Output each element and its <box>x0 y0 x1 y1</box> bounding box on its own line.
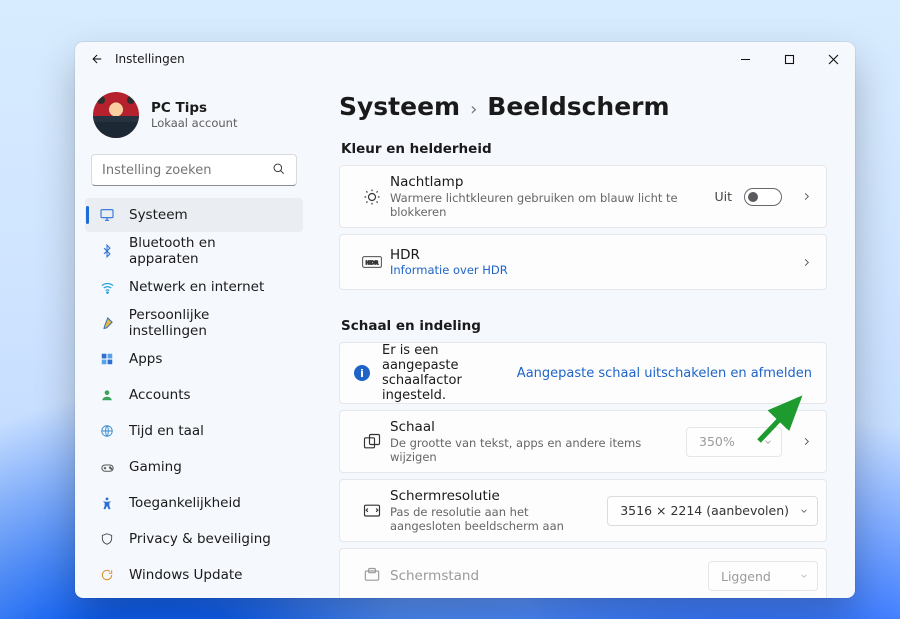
network-icon <box>99 279 115 295</box>
sidebar-item-network[interactable]: Netwerk en internet <box>85 270 303 304</box>
section-title-brightness: Kleur en helderheid <box>339 137 827 165</box>
chevron-down-icon <box>799 506 809 516</box>
settings-window: Instellingen PC Tips <box>75 42 855 598</box>
setting-resolution[interactable]: Schermresolutie Pas de resolutie aan het… <box>339 479 827 542</box>
scale-title: Schaal <box>390 419 676 435</box>
apps-icon <box>99 351 115 367</box>
accounts-icon <box>99 387 115 403</box>
sidebar-item-time-language[interactable]: Tijd en taal <box>85 414 303 448</box>
sidebar-item-label: Netwerk en internet <box>129 279 264 295</box>
search-input[interactable] <box>102 163 272 178</box>
section-title-scale: Schaal en indeling <box>339 314 827 342</box>
page-title: Beeldscherm <box>487 92 669 121</box>
update-icon <box>99 567 115 583</box>
setting-scale[interactable]: Schaal De grootte van tekst, apps en and… <box>339 410 827 473</box>
gaming-icon <box>99 459 115 475</box>
back-button[interactable] <box>89 52 115 66</box>
info-icon: i <box>354 365 370 381</box>
custom-scale-notice-text: Er is een aangepaste schaalfactor ingest… <box>382 343 505 403</box>
sidebar-item-apps[interactable]: Apps <box>85 342 303 376</box>
resolution-dropdown[interactable]: 3516 × 2214 (aanbevolen) <box>607 496 818 526</box>
shield-icon <box>99 531 115 547</box>
chevron-right-icon[interactable] <box>794 191 818 202</box>
scale-value: 350% <box>699 434 735 449</box>
night-light-state: Uit <box>714 189 732 204</box>
system-icon <box>99 207 115 223</box>
sidebar-item-label: Windows Update <box>129 567 242 583</box>
orientation-dropdown: Liggend <box>708 561 818 591</box>
minimize-button[interactable] <box>723 42 767 76</box>
sidebar-item-gaming[interactable]: Gaming <box>85 450 303 484</box>
hdr-icon: HDR <box>354 255 390 269</box>
sidebar-item-label: Accounts <box>129 387 191 403</box>
desktop-wallpaper: Instellingen PC Tips <box>0 0 900 619</box>
sidebar-item-bluetooth[interactable]: Bluetooth en apparaten <box>85 234 303 268</box>
resolution-icon <box>354 501 390 521</box>
orientation-title: Schermstand <box>390 568 698 584</box>
scale-icon <box>354 432 390 452</box>
sidebar-item-label: Toegankelijkheid <box>129 495 241 511</box>
globe-icon <box>99 423 115 439</box>
chevron-right-icon[interactable] <box>794 257 818 268</box>
chevron-down-icon <box>799 571 809 581</box>
paintbrush-icon <box>99 315 115 331</box>
main-content: Systeem › Beeldscherm Kleur en helderhei… <box>313 76 855 598</box>
resolution-title: Schermresolutie <box>390 488 597 504</box>
sidebar-item-label: Systeem <box>129 207 188 223</box>
search-icon <box>272 161 286 180</box>
svg-text:HDR: HDR <box>366 261 379 267</box>
orientation-icon <box>354 566 390 586</box>
disable-custom-scale-link[interactable]: Aangepaste schaal uitschakelen en afmeld… <box>517 366 812 381</box>
resolution-value: 3516 × 2214 (aanbevolen) <box>620 503 789 518</box>
resolution-sub: Pas de resolutie aan het aangesloten bee… <box>390 505 597 533</box>
profile-subtitle: Lokaal account <box>151 116 237 130</box>
window-title: Instellingen <box>115 52 723 66</box>
night-light-icon <box>354 187 390 207</box>
breadcrumb: Systeem › Beeldscherm <box>339 86 827 137</box>
night-light-toggle[interactable] <box>744 188 782 206</box>
sidebar: PC Tips Lokaal account Systee <box>75 76 313 598</box>
custom-scale-notice: i Er is een aangepaste schaalfactor inge… <box>339 342 827 404</box>
sidebar-item-accessibility[interactable]: Toegankelijkheid <box>85 486 303 520</box>
setting-hdr[interactable]: HDR HDR Informatie over HDR <box>339 234 827 290</box>
profile-name: PC Tips <box>151 100 237 116</box>
chevron-down-icon <box>763 437 773 447</box>
sidebar-item-label: Persoonlijke instellingen <box>129 307 289 339</box>
hdr-info-link[interactable]: Informatie over HDR <box>390 263 784 277</box>
sidebar-item-windows-update[interactable]: Windows Update <box>85 558 303 592</box>
sidebar-item-privacy[interactable]: Privacy & beveiliging <box>85 522 303 556</box>
sidebar-item-label: Gaming <box>129 459 182 475</box>
setting-night-light[interactable]: Nachtlamp Warmere lichtkleuren gebruiken… <box>339 165 827 228</box>
hdr-title: HDR <box>390 247 784 263</box>
chevron-right-icon[interactable] <box>794 436 818 447</box>
setting-orientation: Schermstand Liggend <box>339 548 827 598</box>
night-light-sub: Warmere lichtkleuren gebruiken om blauw … <box>390 191 704 219</box>
search-box[interactable] <box>91 154 297 186</box>
profile[interactable]: PC Tips Lokaal account <box>83 86 305 152</box>
accessibility-icon <box>99 495 115 511</box>
sidebar-item-label: Apps <box>129 351 162 367</box>
sidebar-item-label: Privacy & beveiliging <box>129 531 271 547</box>
sidebar-item-personalization[interactable]: Persoonlijke instellingen <box>85 306 303 340</box>
sidebar-item-label: Bluetooth en apparaten <box>129 235 289 267</box>
avatar <box>93 92 139 138</box>
orientation-value: Liggend <box>721 569 771 584</box>
breadcrumb-root[interactable]: Systeem <box>339 92 460 121</box>
nav: Systeem Bluetooth en apparaten Netwerk e… <box>83 196 305 594</box>
sidebar-item-accounts[interactable]: Accounts <box>85 378 303 412</box>
titlebar: Instellingen <box>75 42 855 76</box>
scale-sub: De grootte van tekst, apps en andere ite… <box>390 436 676 464</box>
close-button[interactable] <box>811 42 855 76</box>
sidebar-item-label: Tijd en taal <box>129 423 204 439</box>
bluetooth-icon <box>99 243 115 259</box>
maximize-button[interactable] <box>767 42 811 76</box>
scale-dropdown[interactable]: 350% <box>686 427 782 457</box>
chevron-right-icon: › <box>470 99 477 120</box>
night-light-title: Nachtlamp <box>390 174 704 190</box>
sidebar-item-system[interactable]: Systeem <box>85 198 303 232</box>
